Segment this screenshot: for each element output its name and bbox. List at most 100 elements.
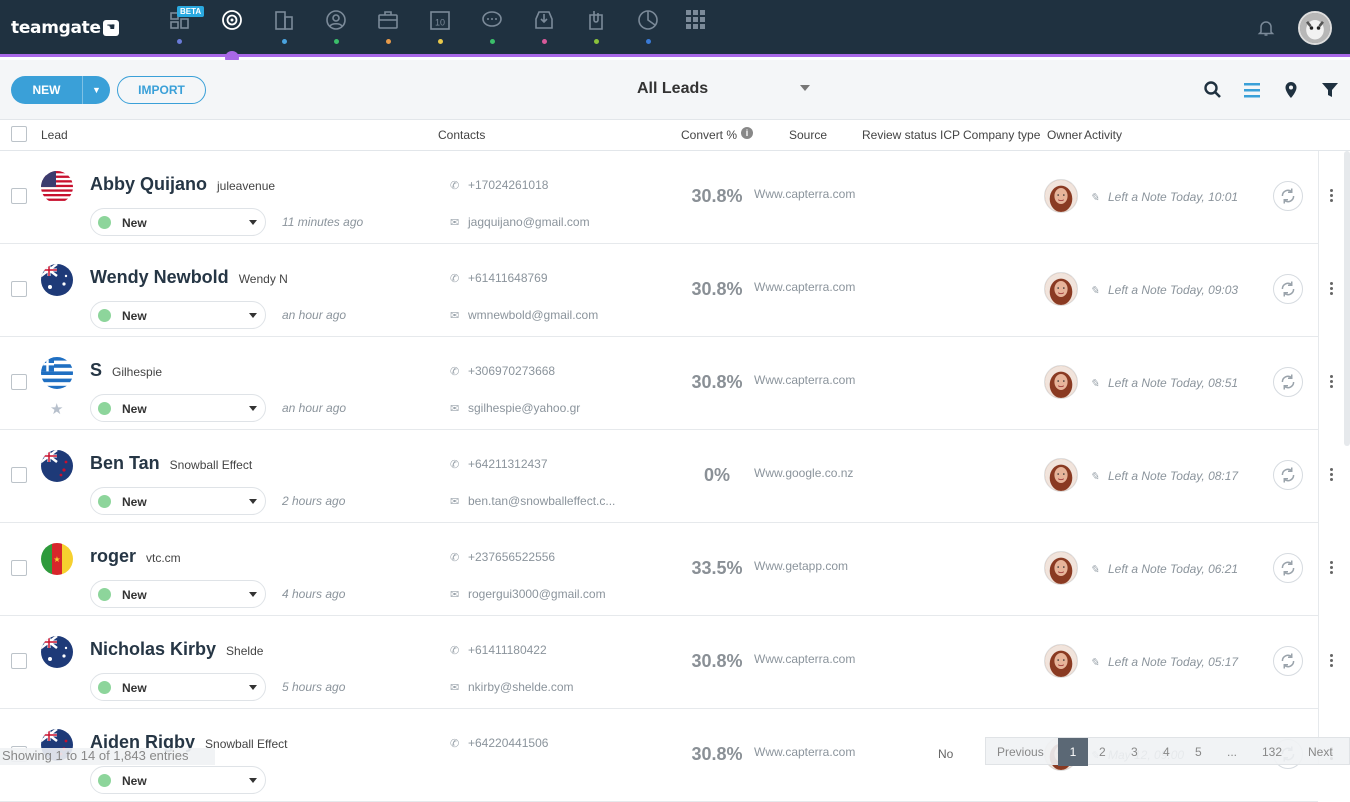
activity-text[interactable]: Left a Note Today, 05:17: [1108, 655, 1238, 669]
view-caret-icon[interactable]: [800, 85, 810, 91]
lead-name-link[interactable]: roger: [90, 546, 136, 566]
convert-refresh-button[interactable]: [1273, 460, 1303, 490]
email-link[interactable]: rogergui3000@gmail.com: [468, 587, 606, 601]
page-4-button[interactable]: 4: [1163, 745, 1170, 759]
phone-link[interactable]: +64211312437: [468, 457, 548, 471]
people-icon[interactable]: [325, 9, 347, 31]
owner-avatar[interactable]: [1044, 458, 1078, 492]
lead-row[interactable]: ★ roger vtc.cm New 4 hours ago ✆ +237656522556…: [0, 523, 1333, 616]
email-link[interactable]: ben.tan@snowballeffect.c...: [468, 494, 615, 508]
row-checkbox[interactable]: [11, 653, 27, 669]
lead-company[interactable]: Gilhespie: [112, 365, 162, 379]
next-page-button[interactable]: Next: [1308, 745, 1333, 759]
lead-company[interactable]: Snowball Effect: [205, 737, 288, 751]
owner-avatar[interactable]: [1044, 179, 1078, 213]
owner-avatar[interactable]: [1044, 551, 1078, 585]
reports-pie-icon[interactable]: [637, 9, 659, 31]
info-icon[interactable]: i: [741, 127, 753, 139]
column-lead[interactable]: Lead: [41, 128, 68, 142]
column-source[interactable]: Source: [789, 128, 827, 142]
owner-avatar[interactable]: [1044, 272, 1078, 306]
more-options-icon[interactable]: [1327, 468, 1335, 482]
deals-briefcase-icon[interactable]: [377, 9, 399, 31]
phone-link[interactable]: +61411648769: [468, 271, 548, 285]
status-dropdown[interactable]: New: [90, 487, 266, 515]
chevron-down-icon[interactable]: ▼: [82, 76, 110, 104]
star-icon[interactable]: ★: [50, 400, 63, 418]
lead-name-link[interactable]: Nicholas Kirby: [90, 639, 216, 659]
calendar-icon[interactable]: 10: [429, 9, 451, 31]
column-review-status[interactable]: Review status: [862, 128, 937, 142]
status-dropdown[interactable]: New: [90, 580, 266, 608]
apps-grid-icon[interactable]: [685, 9, 707, 31]
lead-company[interactable]: juleavenue: [217, 179, 275, 193]
previous-page-button[interactable]: Previous: [997, 745, 1044, 759]
lead-company[interactable]: Shelde: [226, 644, 263, 658]
status-dropdown[interactable]: New: [90, 301, 266, 329]
lead-company[interactable]: Wendy N: [239, 272, 288, 286]
convert-refresh-button[interactable]: [1273, 181, 1303, 211]
more-options-icon[interactable]: [1327, 561, 1335, 575]
scrollbar[interactable]: [1344, 151, 1350, 446]
status-dropdown[interactable]: New: [90, 394, 266, 422]
filter-icon[interactable]: [1320, 80, 1340, 100]
phone-link[interactable]: +17024261018: [468, 178, 548, 192]
view-selector[interactable]: All Leads: [637, 80, 708, 98]
more-options-icon[interactable]: [1327, 654, 1335, 668]
activity-text[interactable]: Left a Note Today, 08:17: [1108, 469, 1238, 483]
column-contacts[interactable]: Contacts: [438, 128, 485, 142]
lead-name-link[interactable]: Ben Tan: [90, 453, 160, 473]
column-activity[interactable]: Activity: [1084, 128, 1122, 142]
more-options-icon[interactable]: [1327, 375, 1335, 389]
column-icp[interactable]: ICP: [940, 128, 960, 142]
column-convert[interactable]: Convert %: [681, 128, 737, 142]
lead-company[interactable]: Snowball Effect: [170, 458, 253, 472]
page-1-button[interactable]: 1: [1058, 738, 1088, 766]
column-owner[interactable]: Owner: [1047, 128, 1082, 142]
status-dropdown[interactable]: New: [90, 766, 266, 794]
row-checkbox[interactable]: [11, 188, 27, 204]
teamgate-logo[interactable]: teamgate ☚: [11, 18, 119, 38]
email-link[interactable]: wmnewbold@gmail.com: [468, 308, 598, 322]
convert-refresh-button[interactable]: [1273, 274, 1303, 304]
lead-name-link[interactable]: Wendy Newbold: [90, 267, 229, 287]
lead-row[interactable]: Abby Quijano juleavenue New 11 minutes ago ✆…: [0, 151, 1333, 244]
email-link[interactable]: jagquijano@gmail.com: [468, 215, 590, 229]
activity-text[interactable]: Left a Note Today, 08:51: [1108, 376, 1238, 390]
row-checkbox[interactable]: [11, 374, 27, 390]
lead-company[interactable]: vtc.cm: [146, 551, 181, 565]
convert-refresh-button[interactable]: [1273, 367, 1303, 397]
row-checkbox[interactable]: [11, 281, 27, 297]
phone-link[interactable]: +64220441506: [468, 736, 548, 750]
owner-avatar[interactable]: [1044, 365, 1078, 399]
activity-text[interactable]: Left a Note Today, 09:03: [1108, 283, 1238, 297]
page-5-button[interactable]: 5: [1195, 745, 1202, 759]
convert-refresh-button[interactable]: [1273, 646, 1303, 676]
lead-row[interactable]: ★ S Gilhespie New an hour ago ✆ +306970273668 ✉…: [0, 337, 1333, 430]
activity-text[interactable]: Left a Note Today, 06:21: [1108, 562, 1238, 576]
column-company-type[interactable]: Company type: [963, 128, 1040, 142]
page-3-button[interactable]: 3: [1131, 745, 1138, 759]
map-pin-icon[interactable]: [1281, 80, 1301, 100]
row-checkbox[interactable]: [11, 560, 27, 576]
chat-icon[interactable]: [481, 9, 503, 31]
status-dropdown[interactable]: New: [90, 673, 266, 701]
companies-icon[interactable]: [273, 9, 295, 31]
lead-name-link[interactable]: Abby Quijano: [90, 174, 207, 194]
notifications-bell-icon[interactable]: [1257, 19, 1275, 37]
activity-text[interactable]: Left a Note Today, 10:01: [1108, 190, 1238, 204]
new-lead-button[interactable]: NEW ▼: [11, 76, 110, 104]
list-view-icon[interactable]: [1242, 80, 1262, 100]
lead-name-link[interactable]: S: [90, 360, 102, 380]
search-icon[interactable]: [1203, 80, 1223, 100]
lead-row[interactable]: Nicholas Kirby Shelde New 5 hours ago ✆ +6141…: [0, 616, 1333, 709]
more-options-icon[interactable]: [1327, 282, 1335, 296]
convert-refresh-button[interactable]: [1273, 553, 1303, 583]
lead-row[interactable]: Ben Tan Snowball Effect New 2 hours ago ✆ +64…: [0, 430, 1333, 523]
owner-avatar[interactable]: [1044, 644, 1078, 678]
page-132-button[interactable]: 132: [1262, 745, 1282, 759]
documents-icon[interactable]: [585, 9, 607, 31]
status-dropdown[interactable]: New: [90, 208, 266, 236]
select-all-checkbox[interactable]: [11, 126, 27, 142]
user-avatar[interactable]: [1298, 11, 1332, 45]
